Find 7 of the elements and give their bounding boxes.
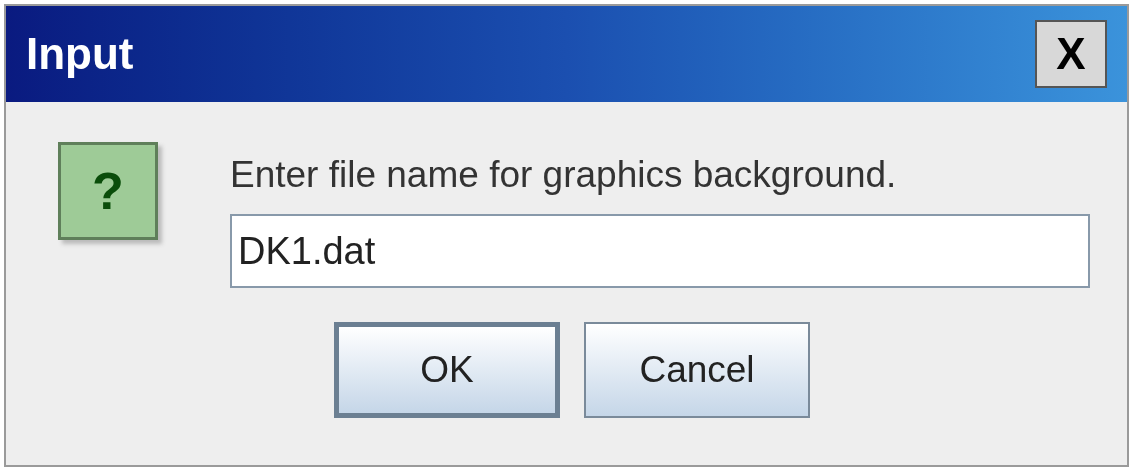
dialog-button[interactable]: Cancel xyxy=(584,322,810,418)
close-button[interactable]: X xyxy=(1035,20,1107,88)
dialog-button[interactable]: OK xyxy=(334,322,560,418)
input-field[interactable]: DK1.dat xyxy=(230,214,1090,288)
prompt-message: Enter file name for graphics background. xyxy=(230,153,898,197)
question-icon: ? xyxy=(58,142,158,240)
window-title: Input xyxy=(26,28,134,80)
